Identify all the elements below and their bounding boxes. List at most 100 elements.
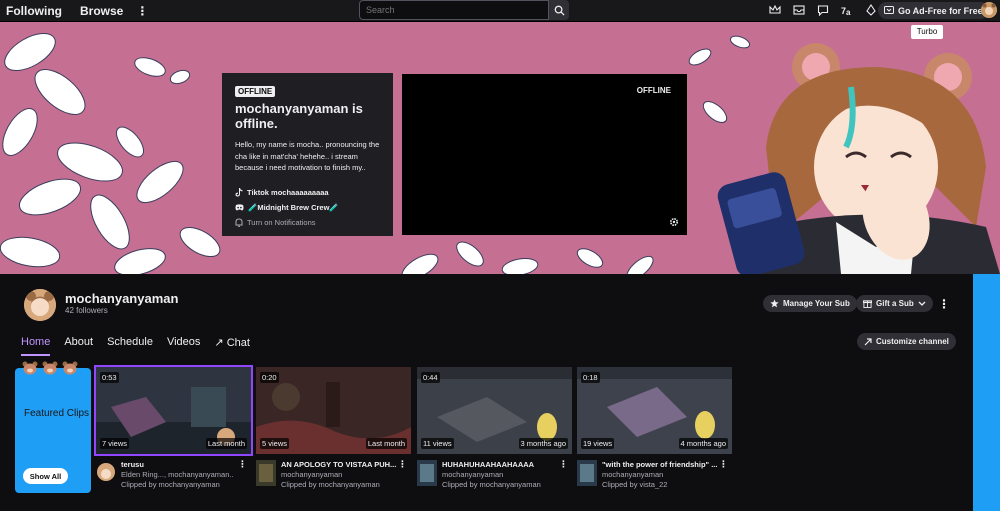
chat-arrow-icon: ↗ [214,337,224,349]
follower-count: 42 followers [65,306,108,315]
offline-info-card: OFFLINE mochanyanyaman is offline. Hello… [222,73,393,236]
gift-sub-button[interactable]: Gift a Sub [856,295,933,312]
clip-views: 7 views [100,438,130,449]
turbo-tooltip: Turbo [911,25,943,39]
clip-more-icon[interactable]: ⋮ [398,459,407,470]
channel-more-icon[interactable]: ⋮ [938,297,950,311]
customize-channel-label: Customize channel [876,337,949,346]
clip-card[interactable]: 0:18 19 views 4 months ago "with the pow… [577,367,732,491]
clip-card[interactable]: 0:20 5 views Last month AN APOLOGY TO VI… [256,367,411,491]
user-avatar[interactable] [981,2,997,18]
clip-title[interactable]: HUHAHUHAAHAAHAAAA [442,460,560,469]
notifications-toggle[interactable]: Turn on Notifications [235,218,380,227]
clip-age: Last month [365,438,407,449]
ad-free-button[interactable]: Go Ad-Free for Free [878,2,989,19]
clip-thumbnail[interactable]: 0:20 5 views Last month [256,367,411,454]
clip-category[interactable]: Elden Ring..., mochanyanyaman.. [121,470,239,479]
clip-game-cover[interactable] [577,460,597,486]
clip-more-icon[interactable]: ⋮ [719,459,728,470]
clip-views: 19 views [581,438,615,449]
clip-card[interactable]: 0:44 11 views 3 months ago HUHAHUHAAHAAH… [417,367,572,491]
tab-home[interactable]: Home [21,336,51,356]
discord-label: 🧪Midnight Brew Crew🧪 [248,202,339,212]
clip-game-cover[interactable] [417,460,437,486]
search-input[interactable] [359,0,549,20]
nav-more-icon[interactable]: ⋮ [135,4,149,18]
manage-sub-button[interactable]: Manage Your Sub [763,295,857,312]
clip-clipper[interactable]: Clipped by mochanyanyaman [442,480,560,489]
clip-meta: AN APOLOGY TO VISTAA PUH... mochanyanyam… [256,458,411,491]
clip-age: 4 months ago [678,438,728,449]
inbox-icon[interactable] [792,3,806,17]
tab-about[interactable]: About [64,336,93,353]
channel-avatar[interactable] [24,289,56,321]
clip-thumbnail[interactable]: 0:44 11 views 3 months ago [417,367,572,454]
clip-meta: HUHAHUHAAHAAHAAAA mochanyanyaman Clipped… [417,458,572,491]
channel-name: mochanyanyaman [65,291,179,306]
clip-category[interactable]: mochanyanyaman [602,470,720,479]
clip-title[interactable]: terusu [121,460,239,469]
clip-meta: "with the power of friendship" ... mocha… [577,458,732,491]
crown-icon[interactable] [768,3,782,17]
bear-emote-icon [22,361,38,375]
svg-text:a: a [846,8,851,16]
search-button[interactable] [549,0,569,20]
bell-icon [235,217,243,227]
clip-category[interactable]: mochanyanyaman [281,470,399,479]
clip-clipper[interactable]: Clipped by vista_22 [602,480,720,489]
gift-sub-label: Gift a Sub [876,299,914,308]
nav-following[interactable]: Following [6,4,62,18]
bear-emote-icon [42,361,58,375]
show-all-button[interactable]: Show All [23,468,68,484]
tiktok-icon [235,187,243,196]
notifications-label: Turn on Notifications [247,217,316,227]
clip-thumbnail[interactable]: 0:18 19 views 4 months ago [577,367,732,454]
translate-icon[interactable]: 7a [840,3,854,17]
channel-tabs: Home About Schedule Videos ↗ Chat [21,336,250,356]
clip-thumbnail[interactable]: 0:53 7 views Last month [94,365,253,456]
clip-more-icon[interactable]: ⋮ [238,459,247,470]
clip-age: Last month [205,438,247,449]
video-player[interactable]: OFFLINE [402,74,687,235]
clip-game-cover[interactable] [256,460,276,486]
featured-clips-title: Featured Clips [24,408,90,419]
manage-sub-label: Manage Your Sub [783,299,850,308]
clip-clipper[interactable]: Clipped by mochanyanyaman [281,480,399,489]
tab-videos[interactable]: Videos [167,336,200,353]
clip-duration: 0:44 [421,372,440,383]
clip-avatar[interactable] [96,460,116,486]
bits-icon[interactable] [864,3,878,17]
tab-schedule[interactable]: Schedule [107,336,153,353]
tab-chat-label: Chat [226,337,250,349]
gift-icon [863,300,872,308]
ad-icon [884,6,894,14]
clip-clipper[interactable]: Clipped by mochanyanyaman [121,480,239,489]
clip-duration: 0:18 [581,372,600,383]
customize-channel-button[interactable]: Customize channel [857,333,956,350]
top-nav: Following Browse ⋮ 7a Go Ad-Free for Fre… [0,0,1000,22]
clip-meta: terusu Elden Ring..., mochanyanyaman.. C… [96,458,251,491]
discord-icon [235,203,244,210]
clip-duration: 0:20 [260,372,279,383]
channel-home: mochanyanyaman 42 followers Manage Your … [0,274,973,511]
tiktok-link[interactable]: Tiktok mochaaaaaaaaa [235,187,380,197]
offline-badge: OFFLINE [235,86,276,97]
clip-title[interactable]: AN APOLOGY TO VISTAA PUH... [281,460,399,469]
ad-free-label: Go Ad-Free for Free [898,5,983,16]
right-edge-panel [973,274,1000,511]
nav-icons: 7a [768,3,878,17]
clip-more-icon[interactable]: ⋮ [559,459,568,470]
featured-clips-panel: Featured Clips Show All [15,361,91,493]
gear-icon[interactable] [669,217,679,227]
tab-chat[interactable]: ↗ Chat [214,336,250,353]
clip-title[interactable]: "with the power of friendship" ... [602,460,720,469]
clip-category[interactable]: mochanyanyaman [442,470,560,479]
discord-link[interactable]: 🧪Midnight Brew Crew🧪 [235,203,380,212]
whispers-icon[interactable] [816,3,830,17]
clip-card[interactable]: 0:53 7 views Last month terusu Elden Rin… [94,365,253,491]
nav-browse[interactable]: Browse [80,4,123,18]
clip-views: 5 views [260,438,290,449]
chevron-down-icon [918,301,926,306]
bear-emote-icon [62,361,78,375]
search-icon [554,5,565,16]
